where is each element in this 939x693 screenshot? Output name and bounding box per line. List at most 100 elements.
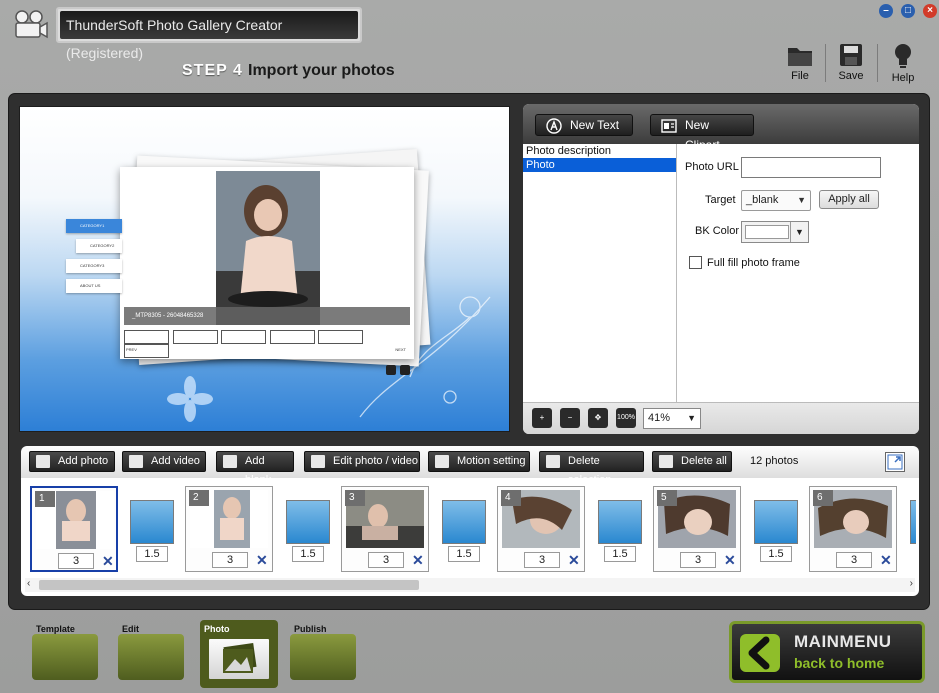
transition-item[interactable] <box>910 500 916 562</box>
preview-menu-item[interactable]: CATEGORY3 <box>66 259 122 273</box>
photo-duration[interactable]: 3 <box>524 552 560 568</box>
preview-thumb[interactable] <box>172 330 218 344</box>
photo-thumbnail[interactable]: 6 3 ✕ <box>809 486 897 572</box>
delete-selection-button[interactable]: Delete selection <box>539 451 644 486</box>
add-photo-button[interactable]: Add photo <box>29 451 115 472</box>
delete-thumbnail-icon[interactable]: ✕ <box>256 552 268 568</box>
preview-fullscreen-icon[interactable] <box>386 365 396 375</box>
new-text-button[interactable]: New Text <box>535 114 633 136</box>
photo-duration[interactable]: 3 <box>368 552 404 568</box>
photo-thumbnail[interactable]: 1 3 ✕ <box>30 486 118 572</box>
delete-thumbnail-icon[interactable]: ✕ <box>880 552 892 568</box>
add-video-button[interactable]: Add video <box>122 451 206 472</box>
photo-duration[interactable]: 3 <box>58 553 94 569</box>
photo-thumbnail[interactable]: 3 3 ✕ <box>341 486 429 572</box>
edit-photo-icon <box>311 455 325 468</box>
tab-template[interactable]: Template <box>32 620 98 682</box>
transition-effect-icon <box>598 500 642 544</box>
save-label: Save <box>838 70 864 82</box>
maximize-button[interactable]: □ <box>901 4 915 18</box>
zoom-value: 41% <box>648 412 671 424</box>
file-button[interactable]: File <box>777 42 823 84</box>
apply-all-button[interactable]: Apply all <box>819 190 879 209</box>
preview-thumb[interactable] <box>318 330 363 344</box>
delete-thumbnail-icon[interactable]: ✕ <box>568 552 580 568</box>
preview-next-link[interactable]: NEXT <box>395 347 406 352</box>
transition-item[interactable]: 1.5 <box>754 500 798 562</box>
preview-menu: CATEGORY1 CATEGORY2 CATEGORY3 ABOUT US <box>66 219 122 299</box>
tab-publish[interactable]: Publish <box>290 620 356 682</box>
edit-photo-video-button[interactable]: Edit photo / video <box>304 451 420 472</box>
main-menu-button[interactable]: MAINMENU back to home <box>729 621 925 683</box>
preview-thumb[interactable] <box>221 330 266 344</box>
transition-item[interactable]: 1.5 <box>130 500 174 562</box>
preview-prev-link[interactable]: PREV <box>126 347 137 352</box>
bk-color-picker[interactable]: ▼ <box>741 221 809 243</box>
photo-url-input[interactable] <box>741 157 881 178</box>
preview-menu-item[interactable]: CATEGORY2 <box>76 239 122 253</box>
expand-icon[interactable] <box>885 452 905 472</box>
close-button[interactable]: × <box>923 4 937 18</box>
motion-setting-button[interactable]: Motion setting <box>428 451 530 472</box>
photo-duration[interactable]: 3 <box>212 552 248 568</box>
delete-thumbnail-icon[interactable]: ✕ <box>412 552 424 568</box>
element-list-item[interactable]: Photo description <box>523 144 676 158</box>
transition-effect-icon <box>130 500 174 544</box>
target-select[interactable]: _blank ▼ <box>741 190 811 211</box>
tab-photo[interactable]: Photo <box>200 620 278 688</box>
delete-thumbnail-icon[interactable]: ✕ <box>102 553 114 569</box>
transition-duration[interactable]: 1.5 <box>136 546 168 562</box>
scrollbar-thumb[interactable] <box>39 580 419 590</box>
zoom-out-icon[interactable]: − <box>560 408 580 428</box>
chevron-down-icon: ▼ <box>687 413 696 423</box>
add-blank-button[interactable]: Add blank <box>216 451 294 486</box>
tab-edit[interactable]: Edit <box>118 620 184 682</box>
add-photo-label: Add photo <box>58 455 109 467</box>
transition-item[interactable]: 1.5 <box>286 500 330 562</box>
zoom-100-button[interactable]: 100% <box>616 408 636 428</box>
pan-move-icon[interactable]: ✥ <box>588 408 608 428</box>
preview-menu-item[interactable]: ABOUT US <box>66 279 122 293</box>
minimize-button[interactable]: – <box>879 4 893 18</box>
chevron-down-icon: ▼ <box>797 195 806 205</box>
folder-icon <box>788 48 812 66</box>
transition-duration[interactable]: 1.5 <box>604 546 636 562</box>
motion-setting-label: Motion setting <box>457 455 526 467</box>
photo-duration[interactable]: 3 <box>680 552 716 568</box>
photo-thumbnail[interactable]: 2 3 ✕ <box>185 486 273 572</box>
transition-duration[interactable]: 1.5 <box>760 546 792 562</box>
zoom-in-icon[interactable]: + <box>532 408 552 428</box>
photo-duration[interactable]: 3 <box>836 552 872 568</box>
tab-template-label: Template <box>36 624 75 634</box>
save-button[interactable]: Save <box>828 42 874 84</box>
new-text-label: New Text <box>570 118 620 132</box>
preview-thumb[interactable] <box>124 330 169 344</box>
delete-all-label: Delete all <box>681 455 727 467</box>
element-list-item[interactable]: Photo <box>523 158 676 172</box>
photo-thumbnail[interactable]: 4 3 ✕ <box>497 486 585 572</box>
thumbnail-number: 6 <box>813 490 833 506</box>
photo-strip-toolbar: Add photo Add video Add blank Edit photo… <box>21 446 919 486</box>
new-clipart-button[interactable]: New Clipart <box>650 114 754 152</box>
scroll-left-icon[interactable]: ‹ <box>27 578 30 589</box>
preview-menu-item[interactable]: CATEGORY1 <box>66 219 122 233</box>
gallery-preview[interactable]: _MTP8305 - 26048465328 PREV NEXT CATEGOR… <box>19 106 510 432</box>
delete-all-button[interactable]: Delete all <box>652 451 732 472</box>
horizontal-scrollbar[interactable]: ‹ › <box>25 578 915 592</box>
zoom-select[interactable]: 41% ▼ <box>643 408 701 429</box>
properties-header: New Text New Clipart <box>523 104 919 152</box>
text-icon <box>546 118 562 134</box>
photo-thumbnail[interactable]: 5 3 ✕ <box>653 486 741 572</box>
transition-effect-icon <box>754 500 798 544</box>
full-fill-checkbox[interactable] <box>689 256 702 269</box>
preview-play-icon[interactable] <box>400 365 410 375</box>
transition-item[interactable]: 1.5 <box>442 500 486 562</box>
delete-thumbnail-icon[interactable]: ✕ <box>724 552 736 568</box>
preview-thumb[interactable] <box>269 330 315 344</box>
transition-item[interactable]: 1.5 <box>598 500 642 562</box>
transition-duration[interactable]: 1.5 <box>448 546 480 562</box>
transition-duration[interactable]: 1.5 <box>292 546 324 562</box>
scroll-right-icon[interactable]: › <box>910 578 913 589</box>
help-button[interactable]: Help <box>880 42 926 84</box>
back-arrow-icon <box>740 634 780 672</box>
